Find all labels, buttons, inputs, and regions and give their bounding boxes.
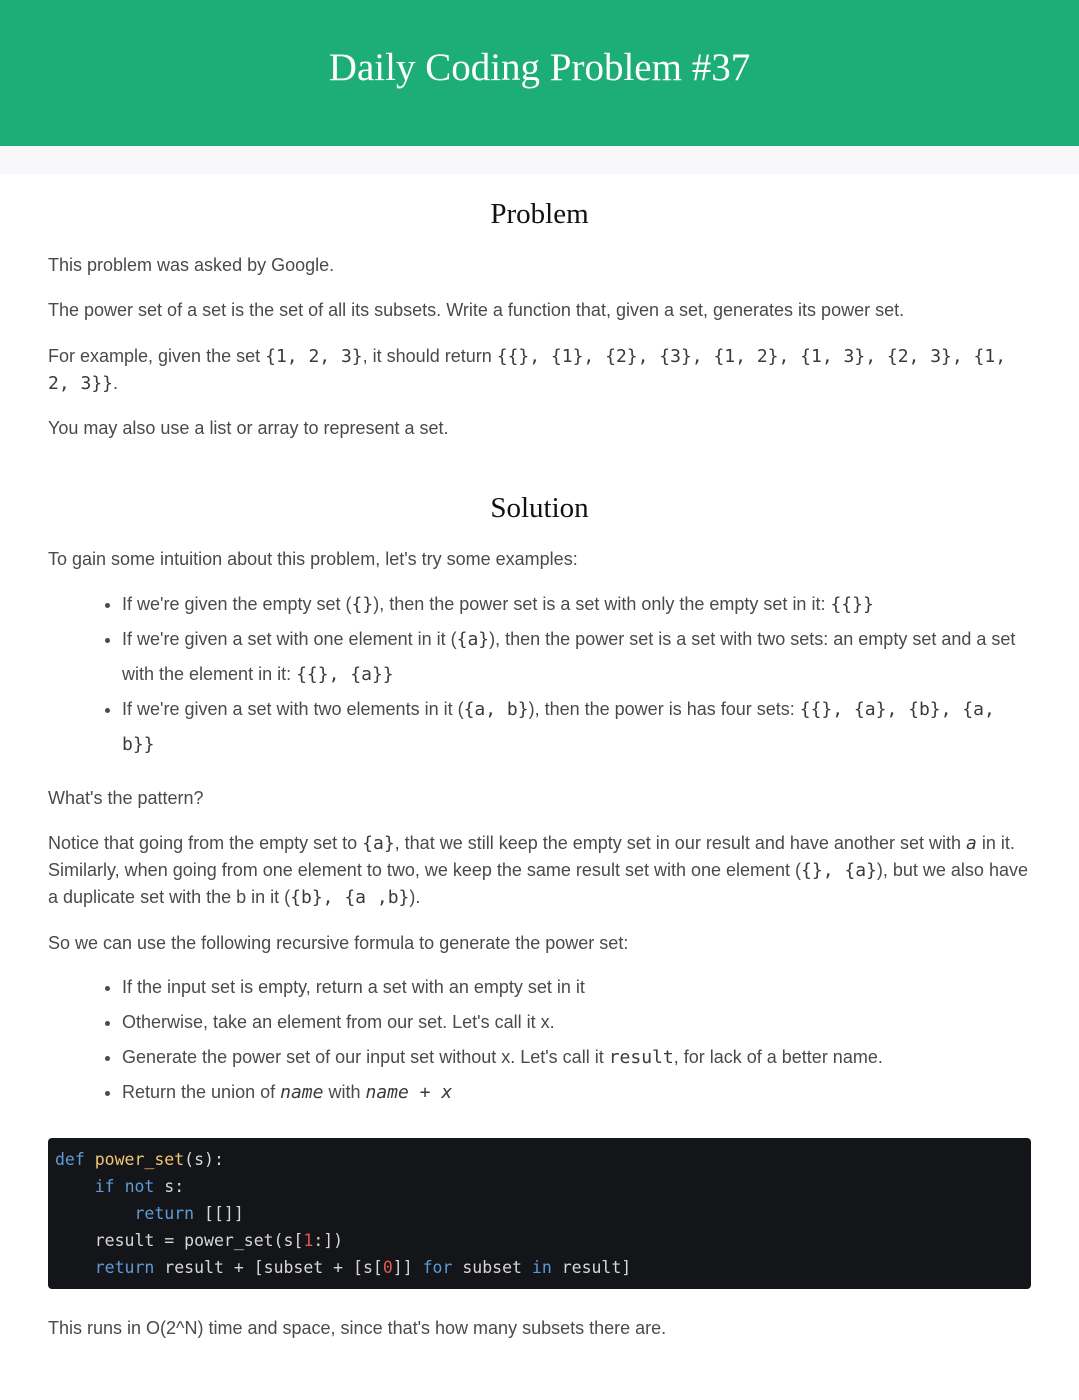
formula-intro: So we can use the following recursive fo…	[48, 933, 629, 953]
problem-example: For example, given the set {1, 2, 3}, it…	[48, 346, 1007, 394]
header-divider	[0, 146, 1079, 174]
steps-list: If the input set is empty, return a set …	[48, 970, 1031, 1110]
list-item: If we're given a set with two elements i…	[122, 692, 1031, 762]
solution-intro: To gain some intuition about this proble…	[48, 549, 578, 569]
list-item: Generate the power set of our input set …	[122, 1040, 1031, 1075]
list-item: If we're given a set with one element in…	[122, 622, 1031, 692]
problem-statement: The power set of a set is the set of all…	[48, 300, 905, 320]
page-header: Daily Coding Problem #37	[0, 0, 1079, 146]
problem-asked-by: This problem was asked by Google.	[48, 255, 335, 275]
complexity-note: This runs in O(2^N) time and space, sinc…	[48, 1318, 667, 1338]
code-block[interactable]: def power_set(s): if not s: return [[]] …	[48, 1138, 1031, 1289]
examples-list: If we're given the empty set ({}), then …	[48, 587, 1031, 762]
problem-heading: Problem	[490, 198, 589, 230]
list-item: Otherwise, take an element from our set.…	[122, 1005, 1031, 1040]
problem-note: You may also use a list or array to repr…	[48, 418, 449, 438]
article: Problem This problem was asked by Google…	[0, 196, 1079, 1342]
solution-heading: Solution	[490, 492, 589, 524]
pattern-question: What's the pattern?	[48, 788, 204, 808]
list-item: If the input set is empty, return a set …	[122, 970, 1031, 1005]
list-item: If we're given the empty set ({}), then …	[122, 587, 1031, 622]
problem-section: Problem This problem was asked by Google…	[48, 196, 1031, 442]
solution-section: Solution To gain some intuition about th…	[48, 490, 1031, 1342]
list-item: Return the union of name with name + x	[122, 1075, 1031, 1110]
pattern-explanation: Notice that going from the empty set to …	[48, 833, 1028, 908]
page-title: Daily Coding Problem #37	[328, 45, 751, 89]
